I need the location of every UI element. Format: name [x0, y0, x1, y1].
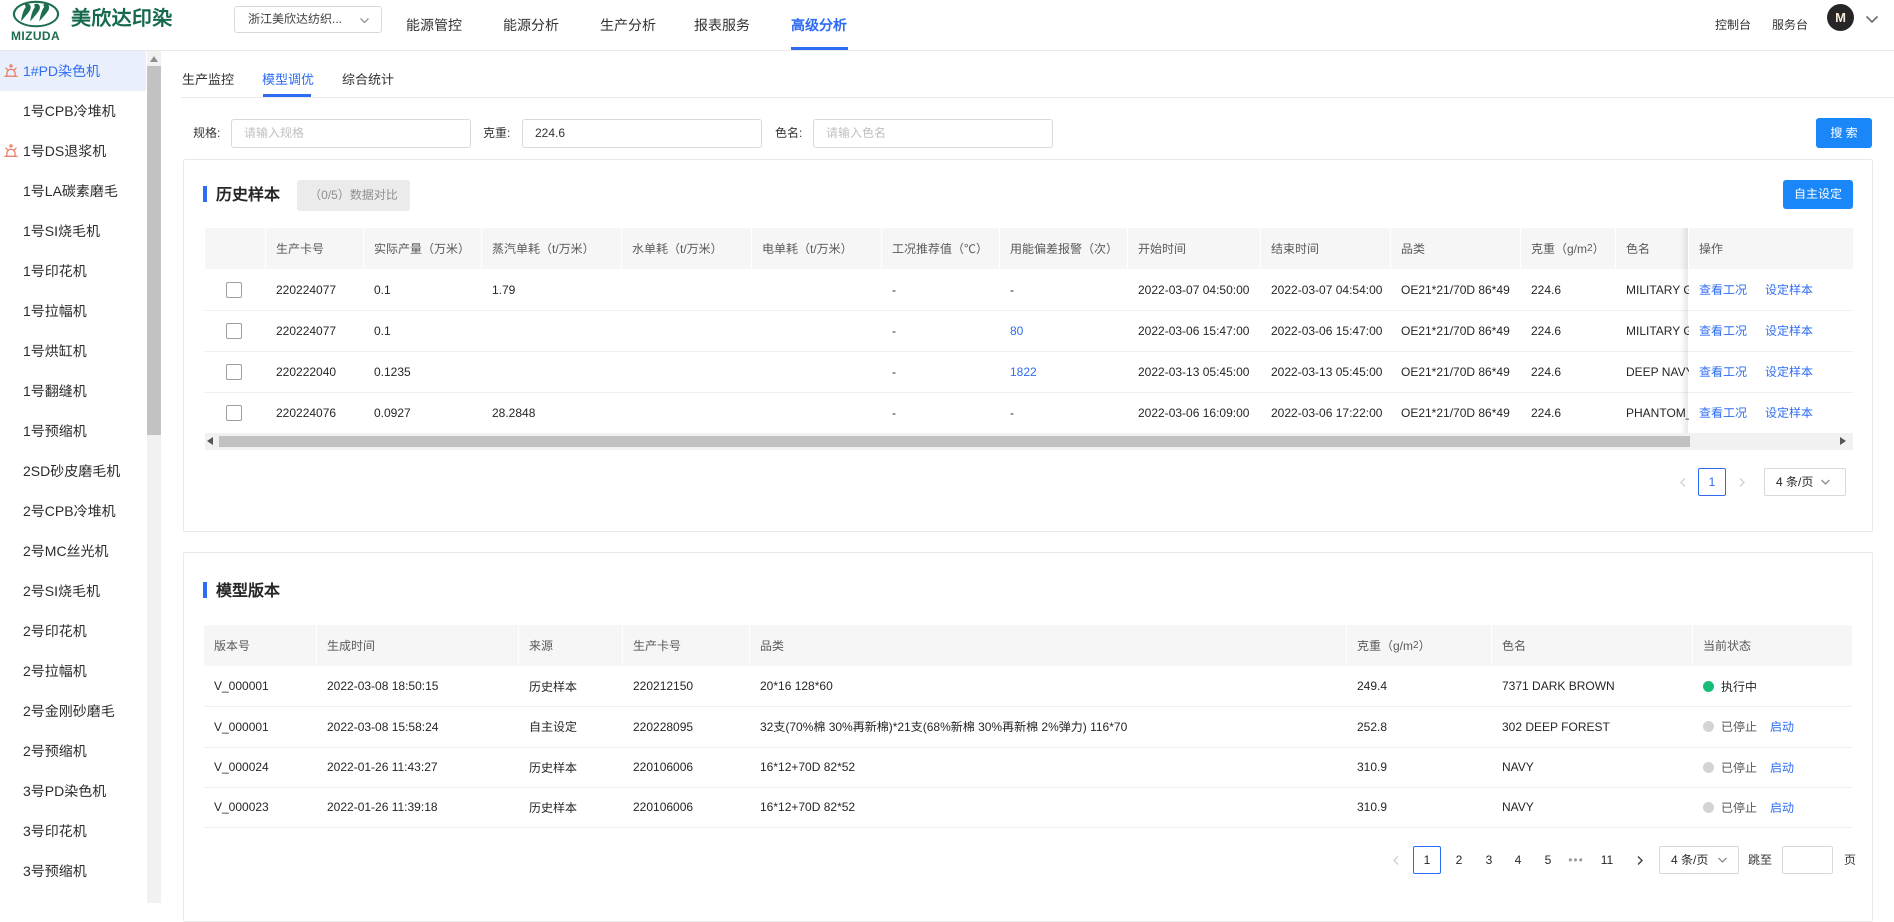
svg-text:MIZUDA: MIZUDA [11, 29, 60, 42]
